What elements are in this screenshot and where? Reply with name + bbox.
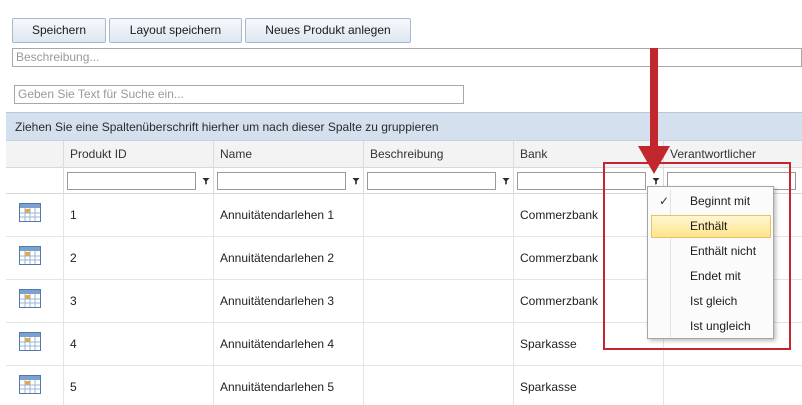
column-header-bank[interactable]: Bank	[513, 141, 663, 168]
filter-funnel-icon[interactable]	[202, 177, 210, 185]
save-layout-button[interactable]: Layout speichern	[109, 18, 242, 43]
filter-input-description[interactable]	[367, 172, 496, 190]
menu-item-endet-mit[interactable]: Endet mit	[651, 265, 771, 288]
grid-table-icon[interactable]	[19, 332, 41, 351]
header-row: Produkt ID Name Beschreibung Bank Verant…	[6, 141, 802, 168]
cell-product-id: 1	[63, 194, 213, 237]
cell-name: Annuitätendarlehen 2	[213, 237, 363, 280]
cell-description	[363, 366, 513, 405]
filter-cell-icon	[6, 168, 63, 194]
filter-input-product-id[interactable]	[67, 172, 196, 190]
column-header-product-id[interactable]: Produkt ID	[63, 141, 213, 168]
row-icon-cell	[6, 280, 63, 323]
filter-funnel-icon[interactable]	[502, 177, 510, 185]
column-header-responsible[interactable]: Verantwortlicher	[663, 141, 802, 168]
cell-bank: Commerzbank	[513, 194, 663, 237]
cell-product-id: 4	[63, 323, 213, 366]
menu-item-enthaelt-nicht[interactable]: Enthält nicht	[651, 240, 771, 263]
filter-input-name[interactable]	[217, 172, 346, 190]
description-input[interactable]: Beschreibung...	[12, 48, 802, 67]
filter-condition-menu: ✓ Beginnt mit Enthält Enthält nicht Ende…	[647, 186, 774, 339]
menu-item-label: Enthält	[690, 219, 728, 233]
filter-cell-description	[363, 168, 513, 194]
column-header-description[interactable]: Beschreibung	[363, 141, 513, 168]
cell-name: Annuitätendarlehen 1	[213, 194, 363, 237]
grid-table-icon[interactable]	[19, 246, 41, 265]
cell-responsible	[663, 366, 802, 405]
filter-funnel-icon[interactable]	[352, 177, 360, 185]
grid-table-icon[interactable]	[19, 289, 41, 308]
menu-item-label: Beginnt mit	[690, 194, 751, 208]
cell-name: Annuitätendarlehen 4	[213, 323, 363, 366]
cell-description	[363, 194, 513, 237]
save-button[interactable]: Speichern	[12, 18, 106, 43]
menu-item-label: Ist ungleich	[690, 319, 751, 333]
cell-product-id: 2	[63, 237, 213, 280]
group-by-panel[interactable]: Ziehen Sie eine Spaltenüberschrift hierh…	[6, 112, 802, 141]
new-product-button[interactable]: Neues Produkt anlegen	[245, 18, 411, 43]
cell-product-id: 5	[63, 366, 213, 405]
menu-item-ist-gleich[interactable]: Ist gleich	[651, 290, 771, 313]
cell-bank: Sparkasse	[513, 366, 663, 405]
check-icon: ✓	[659, 194, 670, 208]
cell-bank: Sparkasse	[513, 323, 663, 366]
filter-cell-name	[213, 168, 363, 194]
menu-item-enthaelt[interactable]: Enthält	[651, 215, 771, 238]
table-row[interactable]: 5 Annuitätendarlehen 5 Sparkasse	[6, 366, 802, 405]
menu-item-beginnt-mit[interactable]: ✓ Beginnt mit	[651, 190, 771, 213]
row-icon-cell	[6, 366, 63, 405]
cell-name: Annuitätendarlehen 3	[213, 280, 363, 323]
cell-name: Annuitätendarlehen 5	[213, 366, 363, 405]
header-cell-icon	[6, 141, 63, 168]
grid-table-icon[interactable]	[19, 203, 41, 222]
menu-item-label: Enthält nicht	[690, 244, 757, 258]
menu-item-label: Ist gleich	[690, 294, 738, 308]
filter-funnel-icon[interactable]	[652, 177, 660, 185]
filter-cell-bank	[513, 168, 663, 194]
cell-description	[363, 323, 513, 366]
grid-table-icon[interactable]	[19, 375, 41, 394]
column-header-name[interactable]: Name	[213, 141, 363, 168]
row-icon-cell	[6, 237, 63, 280]
menu-item-ist-ungleich[interactable]: Ist ungleich	[651, 315, 771, 338]
row-icon-cell	[6, 323, 63, 366]
filter-cell-product-id	[63, 168, 213, 194]
cell-description	[363, 237, 513, 280]
search-input[interactable]: Geben Sie Text für Suche ein...	[14, 85, 464, 104]
cell-bank: Commerzbank	[513, 237, 663, 280]
cell-bank: Commerzbank	[513, 280, 663, 323]
row-icon-cell	[6, 194, 63, 237]
cell-description	[363, 280, 513, 323]
filter-input-bank[interactable]	[517, 172, 646, 190]
menu-item-label: Endet mit	[690, 269, 741, 283]
cell-product-id: 3	[63, 280, 213, 323]
